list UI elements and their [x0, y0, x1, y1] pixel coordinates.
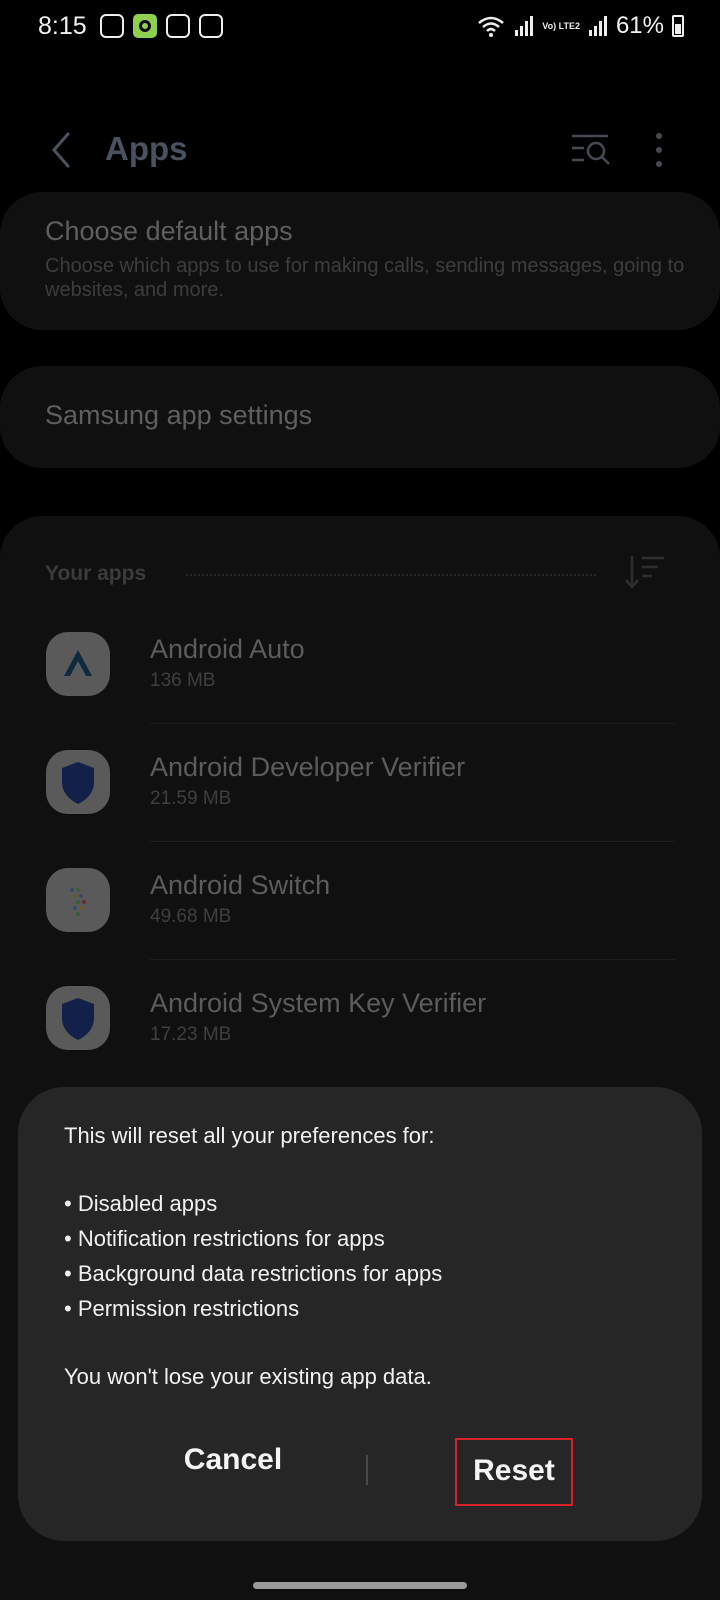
- your-apps-header: Your apps: [45, 562, 147, 585]
- battery-icon: [672, 15, 684, 37]
- default-apps-subtitle: Choose which apps to use for making call…: [45, 255, 685, 301]
- app-name: Android Auto: [150, 634, 305, 664]
- samsung-app-settings-card[interactable]: Samsung app settings: [0, 366, 720, 468]
- notification-icons: [100, 14, 223, 38]
- device-icon: [166, 14, 190, 38]
- status-right: Vo) LTE2 61%: [476, 12, 684, 40]
- app-name: Android Switch: [150, 870, 331, 900]
- button-divider: [366, 1455, 368, 1485]
- status-time: 8:15: [38, 12, 87, 40]
- app-notification-icon: [133, 14, 157, 38]
- gallery-icon: [199, 14, 223, 38]
- instagram-icon: [100, 14, 124, 38]
- shield-icon: [46, 750, 110, 814]
- app-size: 21.59 MB: [150, 788, 232, 809]
- signal-icon: [588, 16, 607, 36]
- header-divider: [186, 574, 596, 576]
- reset-button[interactable]: Reset: [455, 1438, 573, 1506]
- search-list-icon[interactable]: [570, 132, 612, 168]
- dialog-intro: This will reset all your preferences for…: [64, 1123, 435, 1148]
- battery-percent: 61%: [615, 12, 664, 39]
- default-apps-title: Choose default apps: [45, 216, 293, 246]
- signal-icon: [515, 16, 534, 36]
- app-name: Android System Key Verifier: [150, 988, 487, 1018]
- app-size: 17.23 MB: [150, 1024, 232, 1045]
- page-title: Apps: [105, 130, 188, 167]
- cancel-button[interactable]: Cancel: [168, 1443, 298, 1477]
- shield-icon: [46, 986, 110, 1050]
- reset-preferences-dialog: This will reset all your preferences for…: [18, 1087, 702, 1541]
- app-bar: Apps: [0, 114, 720, 194]
- choose-default-apps-card[interactable]: Choose default apps Choose which apps to…: [0, 192, 720, 330]
- dialog-note: You won't lose your existing app data.: [64, 1364, 432, 1389]
- app-name: Android Developer Verifier: [150, 752, 466, 782]
- list-item[interactable]: Android Auto 136 MB: [0, 606, 720, 724]
- more-options-icon[interactable]: [652, 132, 666, 168]
- android-switch-icon: [46, 868, 110, 932]
- dialog-bullet: • Permission restrictions: [64, 1296, 300, 1321]
- app-size: 136 MB: [150, 670, 216, 691]
- network-type-label: Vo) LTE2: [542, 21, 580, 31]
- dialog-bullet: • Notification restrictions for apps: [64, 1226, 385, 1251]
- list-item[interactable]: Android Developer Verifier 21.59 MB: [0, 724, 720, 842]
- list-item[interactable]: Android Switch 49.68 MB: [0, 842, 720, 960]
- android-auto-icon: [46, 632, 110, 696]
- dialog-bullet: • Background data restrictions for apps: [64, 1261, 443, 1286]
- list-item[interactable]: Android System Key Verifier 17.23 MB: [0, 960, 720, 1078]
- dialog-bullet: • Disabled apps: [64, 1191, 218, 1216]
- app-size: 49.68 MB: [150, 906, 232, 927]
- gesture-nav-handle[interactable]: [253, 1582, 467, 1589]
- sort-icon[interactable]: [624, 554, 666, 590]
- wifi-icon: [478, 16, 505, 37]
- samsung-settings-title: Samsung app settings: [45, 400, 313, 430]
- status-bar: 8:15 Vo) LTE2 61%: [0, 0, 720, 54]
- back-arrow-icon[interactable]: [44, 130, 80, 170]
